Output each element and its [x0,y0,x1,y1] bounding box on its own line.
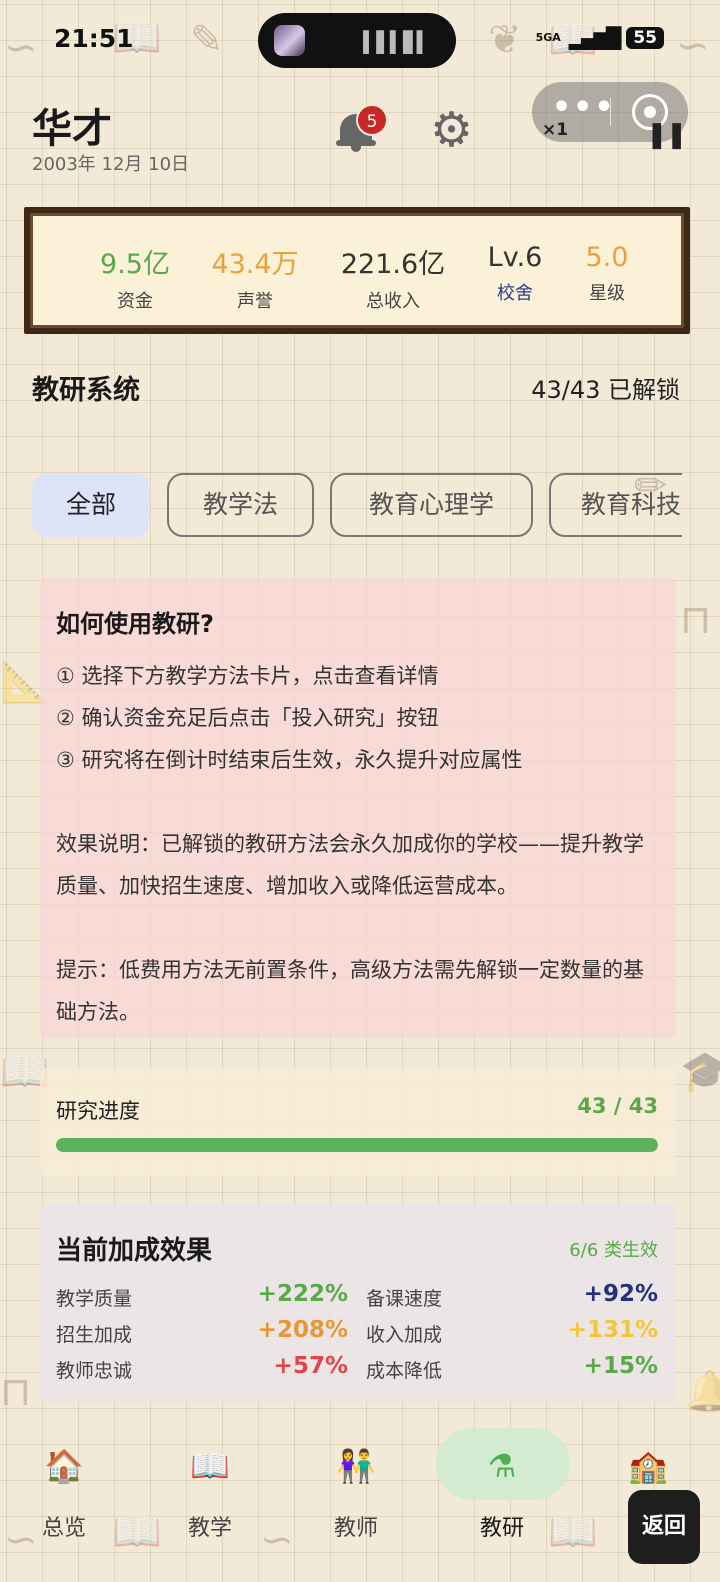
decor-book-icon: 📖 [548,1509,598,1555]
bell-clapper [351,146,361,152]
nav-item-research[interactable]: 教研 [452,1510,552,1542]
game-speed[interactable]: ×1 [542,120,568,140]
decor-scroll-icon: ∽ [4,25,38,71]
category-tabs: 全部 教学法 教育心理学 教育科技 [32,473,682,537]
audio-wave-icon: ▍▌▍▋▍ [363,30,432,54]
current-bonus-card: 当前加成效果 6/6 类生效 教学质量 +222% 备课速度 +92% 招生加成… [40,1204,676,1402]
capsule-divider [610,98,611,126]
decor-scroll-icon: ∽ [260,1517,294,1563]
decor-scroll-icon: ∽ [676,23,710,69]
bonus-value: +131% [567,1317,658,1343]
bonus-value: +57% [273,1353,348,1379]
decor-cap-icon: 🎓 [680,1049,720,1095]
academy-icon[interactable]: 🏫 [626,1446,670,1486]
help-step-1: ① 选择下方教学方法卡片，点击查看详情 [56,664,439,688]
decor-quill-icon: ✎ [190,17,224,63]
stat-funds: 9.5亿 资金 [75,242,195,313]
book-icon[interactable]: 📖 [188,1446,232,1486]
stat-label: 星级 [589,283,625,304]
network-type: 5GA [535,31,561,44]
stat-star-rating: 5.0 星级 [547,242,667,305]
school-building-icon[interactable]: 🏠 [42,1446,86,1486]
help-effect: 效果说明：已解锁的教研方法会永久加成你的学校——提升教学质量、加快招生速度、增加… [56,832,644,898]
help-step-3: ③ 研究将在倒计时结束后生效，永久提升对应属性 [56,748,523,772]
decor-book-icon: 📖 [112,1509,162,1555]
bonus-label: 收入加成 [366,1324,443,1346]
bonus-value: +208% [257,1317,348,1343]
stat-value: 221.6亿 [340,249,446,280]
pause-icon[interactable]: ❚❚ [646,120,688,150]
teachers-icon[interactable]: 👫 [334,1446,378,1486]
research-help-card: 如何使用教研? ① 选择下方教学方法卡片，点击查看详情 ② 确认资金充足后点击「… [40,578,676,1038]
tab-all[interactable]: 全部 [32,473,150,537]
nav-item-teachers[interactable]: 教师 [306,1510,406,1542]
help-title: 如何使用教研? [56,610,214,638]
notification-badge[interactable]: 5 [356,104,388,136]
stat-label: 资金 [117,291,153,312]
bonus-label: 教师忠诚 [56,1360,133,1382]
dynamic-island: ▍▌▍▋▍ [258,13,456,68]
nav-item-teaching[interactable]: 教学 [160,1510,260,1542]
bonus-label: 成本降低 [366,1360,443,1382]
stat-total-income: 221.6亿 总收入 [333,242,453,313]
tab-education-technology[interactable]: 教育科技 [549,473,682,537]
bonus-title: 当前加成效果 [56,1236,213,1266]
nav-item-overview[interactable]: 总览 [14,1510,114,1542]
unlocked-count: 43/43 已解锁 [531,376,680,404]
research-progress-card: 研究进度 43 / 43 [40,1068,676,1176]
help-step-2: ② 确认资金充足后点击「投入研究」按钮 [56,706,439,730]
progress-value: 43 / 43 [577,1094,658,1118]
bonus-value: +92% [583,1281,658,1307]
stat-label: 总收入 [366,291,420,312]
back-button[interactable]: 返回 [628,1490,700,1564]
stat-reputation: 43.4万 声誉 [195,242,315,313]
stats-panel-inner: 9.5亿 资金 43.4万 声誉 221.6亿 总收入 Lv.6 校舍 5.0 … [30,213,684,328]
progress-fill [56,1138,658,1152]
tab-pedagogy[interactable]: 教学法 [167,473,314,537]
bonus-label: 招生加成 [56,1324,133,1346]
progress-label: 研究进度 [56,1099,140,1123]
game-date: 2003年 12月 10日 [32,154,190,175]
stat-value: 9.5亿 [100,249,170,280]
progress-track [56,1138,658,1152]
signal-icon: ▂▄▆█ [568,26,622,50]
stat-value: 5.0 [585,242,629,273]
now-playing-thumbnail [274,25,305,56]
decor-leaf-icon: ❦ [488,17,522,63]
battery-level: 55 [626,27,664,49]
flask-icon[interactable]: ⚗ [480,1446,524,1486]
decor-desk-icon: ⊓ [0,1369,32,1415]
bonus-label: 备课速度 [366,1288,443,1310]
school-name: 华才 [32,106,112,152]
stat-value: 43.4万 [211,249,299,280]
decor-bell-icon: 🔔 [684,1369,720,1415]
stats-panel: 9.5亿 资金 43.4万 声誉 221.6亿 总收入 Lv.6 校舍 5.0 … [24,207,690,334]
bonus-label: 教学质量 [56,1288,133,1310]
stat-label: 声誉 [237,291,273,312]
bonus-value: +222% [257,1281,348,1307]
tab-educational-psychology[interactable]: 教育心理学 [330,473,533,537]
decor-desk-icon: ⊓ [680,597,712,643]
bonus-active-count: 6/6 类生效 [569,1240,658,1261]
bonus-value: +15% [583,1353,658,1379]
status-time: 21:51 [54,24,134,53]
status-indicators: 5GA ▂▄▆█ 55 [536,26,664,50]
help-tip: 提示：低费用方法无前置条件，高级方法需先解锁一定数量的基础方法。 [56,958,644,1024]
section-title: 教研系统 [32,375,140,406]
settings-gear-icon[interactable]: ⚙ [430,106,473,154]
